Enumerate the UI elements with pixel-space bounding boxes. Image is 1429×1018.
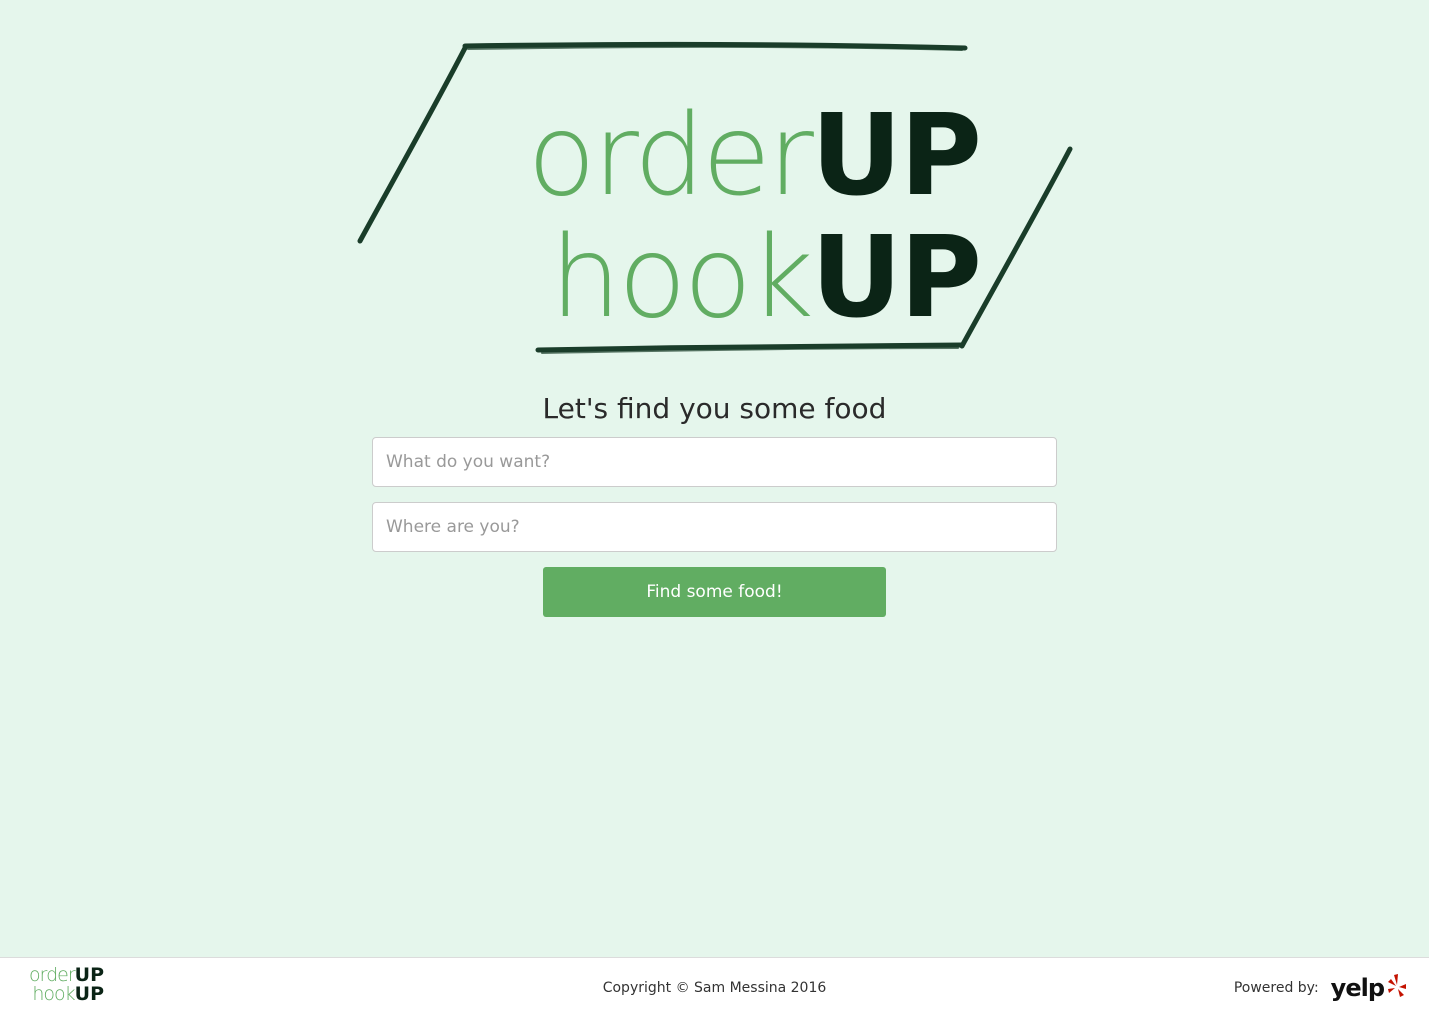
hero-logo: orderUP hookUP [350, 36, 1080, 361]
logo-line-hook-up: hookUP [550, 222, 982, 334]
where-input[interactable] [372, 502, 1057, 552]
powered-by: Powered by: yelp [1234, 968, 1407, 1008]
search-heading: Let's find you some food [542, 392, 887, 425]
logo-word-up-2: UP [810, 213, 982, 343]
copyright-text: Copyright © Sam Messina 2016 [602, 980, 827, 996]
powered-by-label: Powered by: [1233, 980, 1319, 996]
logo-word-up-1: UP [810, 91, 982, 221]
find-food-button[interactable]: Find some food! [543, 567, 886, 617]
yelp-wordmark[interactable]: yelp [1331, 976, 1385, 1000]
logo-word-order: order [527, 91, 814, 221]
yelp-burst-icon [1388, 974, 1406, 997]
footer: orderUP hookUP Copyright © Sam Messina 2… [0, 957, 1429, 1018]
logo-word-hook: hook [550, 213, 814, 343]
what-input[interactable] [372, 437, 1057, 487]
logo-line-order-up: orderUP [527, 100, 982, 212]
page: orderUP hookUP Let's find you some food … [0, 0, 1429, 1018]
